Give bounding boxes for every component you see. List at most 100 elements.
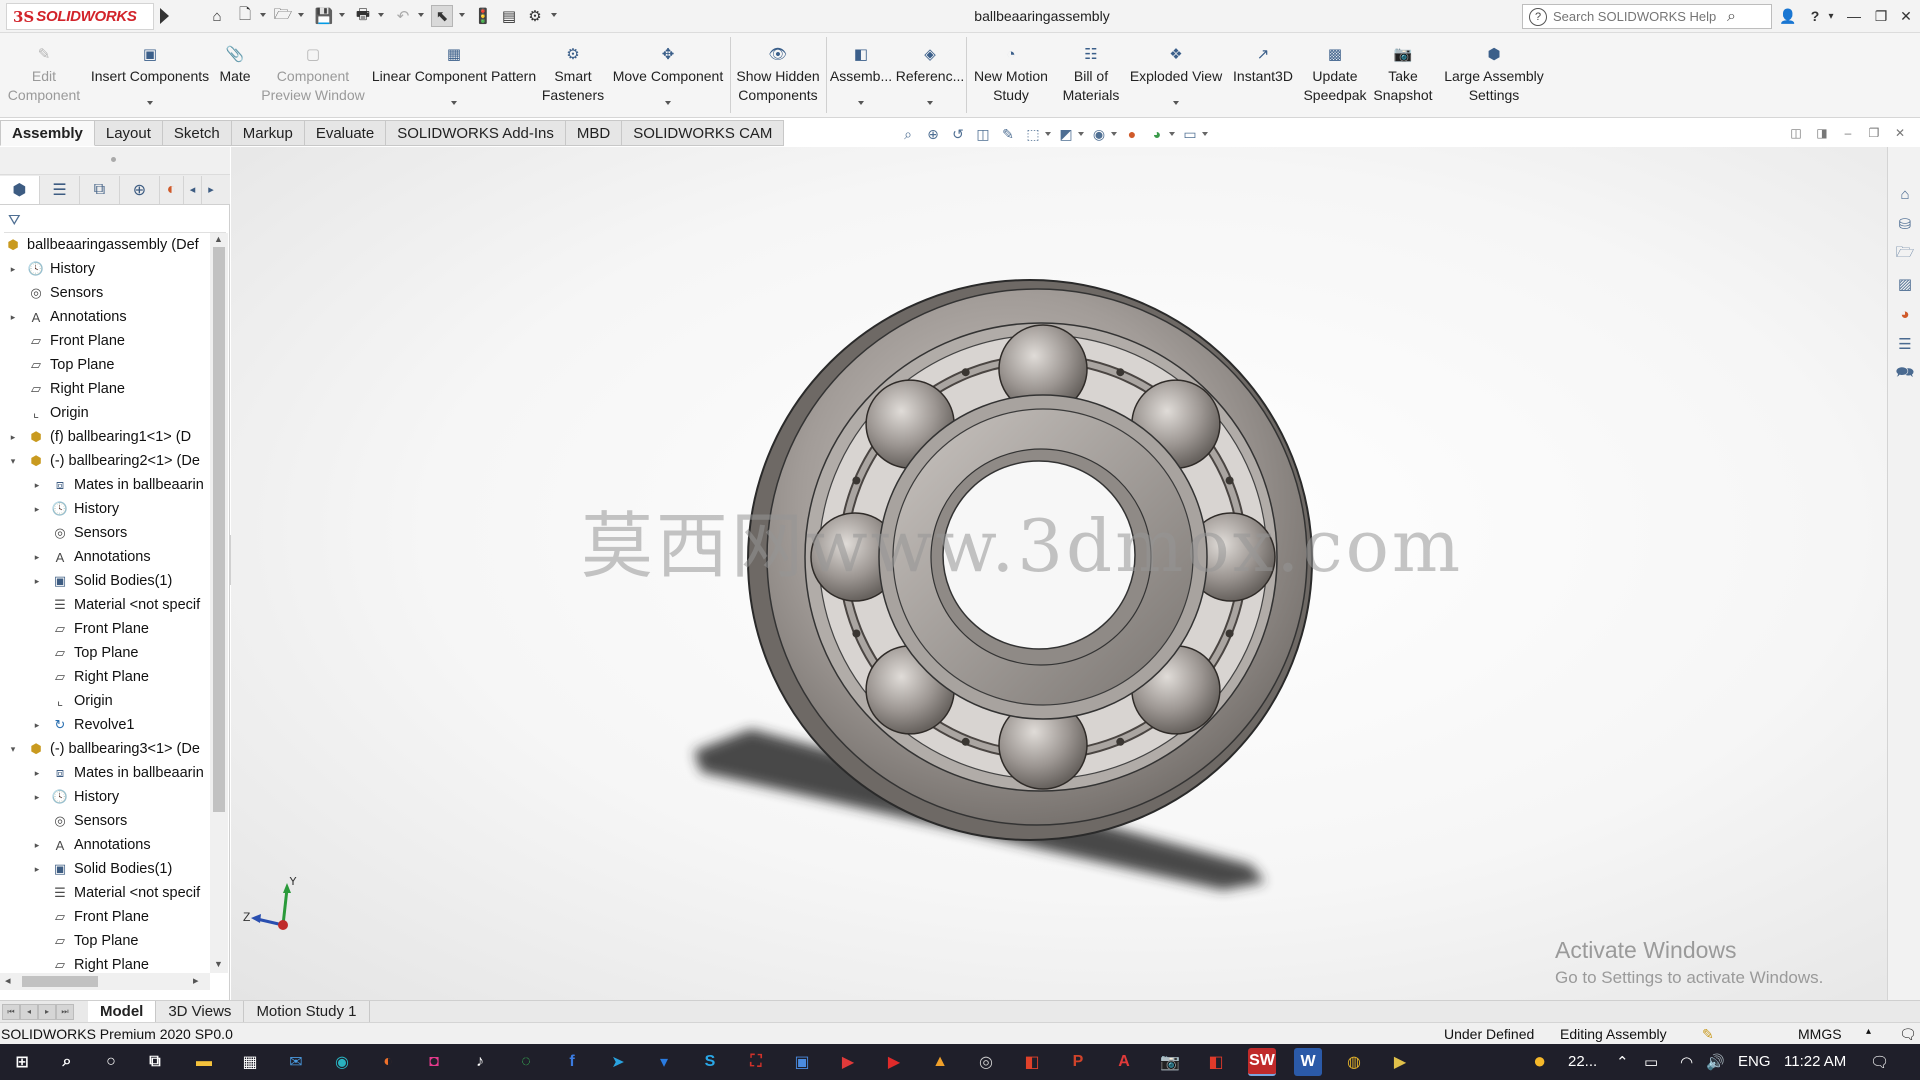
expand-arrow-icon[interactable]: ▸ bbox=[32, 768, 42, 778]
graphics-area[interactable]: 莫西网www.3dmox.com Y Z Activate Windows Go… bbox=[231, 147, 1887, 1000]
insert-components-button[interactable]: ▣ Insert Components bbox=[88, 35, 212, 113]
rebuild-icon[interactable]: 🚦 bbox=[472, 5, 494, 27]
rebuild-status-icon[interactable]: ✎ bbox=[1702, 1026, 1714, 1043]
acrobat-reader-icon[interactable]: A bbox=[1110, 1048, 1138, 1076]
zoom-to-area-icon[interactable]: ⊕ bbox=[923, 124, 943, 144]
panel-grip[interactable] bbox=[0, 147, 230, 175]
component-preview-window-button[interactable]: ▢ Component Preview Window bbox=[258, 35, 368, 113]
input-language[interactable]: ENG bbox=[1738, 1053, 1771, 1070]
unit-system[interactable]: MMGS bbox=[1798, 1026, 1842, 1042]
scroll-left-icon[interactable]: ◂ bbox=[5, 974, 11, 987]
expand-arrow-icon[interactable]: ▸ bbox=[32, 552, 42, 562]
minimize-icon[interactable]: — bbox=[1844, 6, 1864, 26]
wifi-icon[interactable]: ◠ bbox=[1680, 1053, 1693, 1071]
assembly-features-dropdown-icon[interactable] bbox=[858, 101, 864, 105]
previous-view-icon[interactable]: ↺ bbox=[948, 124, 968, 144]
viewport-split-icon[interactable]: ◫ bbox=[1789, 126, 1803, 140]
tree-root[interactable]: ⬢ ballbeaaringassembly (Def bbox=[0, 233, 212, 257]
undo-icon[interactable]: ↶ bbox=[392, 5, 414, 27]
tree-item[interactable]: ▾ ⬢ (-) ballbearing3<1> (De bbox=[0, 737, 212, 761]
menu-expand-arrow-icon[interactable] bbox=[160, 8, 169, 24]
word-icon[interactable]: W bbox=[1294, 1048, 1322, 1076]
apply-scene-caret-icon[interactable] bbox=[1169, 132, 1175, 136]
bill-of-materials-button[interactable]: ☷ Bill of Materials bbox=[1056, 35, 1126, 113]
youtube-icon[interactable]: ▶ bbox=[880, 1048, 908, 1076]
prev-tab-icon[interactable]: ◂ bbox=[20, 1003, 38, 1020]
chrome-icon[interactable]: ◍ bbox=[1340, 1048, 1368, 1076]
tree-item[interactable]: ▸ ▣ Solid Bodies(1) bbox=[0, 857, 212, 881]
tree-item[interactable]: ▱ Top Plane bbox=[0, 929, 212, 953]
view-orientation-icon[interactable]: ⬚ bbox=[1023, 124, 1043, 144]
tree-item[interactable]: ▱ Right Plane bbox=[0, 377, 212, 401]
design-library-icon[interactable]: ⛁ bbox=[1894, 213, 1916, 235]
save-dropdown-caret-icon[interactable] bbox=[339, 13, 345, 17]
tree-item[interactable]: ▸ A Annotations bbox=[0, 545, 212, 569]
options-dropdown-caret-icon[interactable] bbox=[551, 13, 557, 17]
system-clock[interactable]: 11:22 AM bbox=[1784, 1053, 1846, 1070]
battery-icon[interactable]: ▭ bbox=[1644, 1053, 1658, 1071]
expand-arrow-icon[interactable]: ▸ bbox=[8, 312, 18, 322]
restore-icon[interactable]: ❐ bbox=[1871, 6, 1891, 26]
tiktok-icon[interactable]: ♪ bbox=[466, 1048, 494, 1076]
tree-item[interactable]: ◎ Sensors bbox=[0, 281, 212, 305]
folder-app-icon[interactable]: ▶ bbox=[1386, 1048, 1414, 1076]
file-explorer-icon[interactable]: 🗁 bbox=[1894, 243, 1916, 265]
tree-horizontal-scrollbar[interactable]: ◂ ▸ bbox=[0, 973, 210, 990]
edit-component-button[interactable]: ✎ Edit Component bbox=[4, 35, 84, 113]
select-dropdown-caret-icon[interactable] bbox=[459, 13, 465, 17]
skype-icon[interactable]: S bbox=[696, 1048, 724, 1076]
tab-assembly[interactable]: Assembly bbox=[0, 120, 95, 146]
notifications-icon[interactable]: 🗨 bbox=[1870, 1053, 1889, 1071]
tab-model[interactable]: Model bbox=[88, 1001, 157, 1022]
move-component-dropdown-icon[interactable] bbox=[665, 101, 671, 105]
viewport-restore-icon[interactable]: ❐ bbox=[1867, 126, 1881, 140]
tree-item[interactable]: ▸ A Annotations bbox=[0, 833, 212, 857]
scroll-right-icon[interactable]: ▸ bbox=[193, 974, 199, 987]
expand-arrow-icon[interactable]: ▸ bbox=[8, 264, 18, 274]
view-orientation-caret-icon[interactable] bbox=[1045, 132, 1051, 136]
close-icon[interactable]: ✕ bbox=[1896, 6, 1916, 26]
configuration-manager-icon[interactable]: ⧉ bbox=[80, 175, 120, 204]
edge-icon[interactable]: ◉ bbox=[328, 1048, 356, 1076]
tree-item[interactable]: ⌞ Origin bbox=[0, 689, 212, 713]
dynamic-annotation-icon[interactable]: ✎ bbox=[998, 124, 1018, 144]
move-component-button[interactable]: ✥ Move Component bbox=[608, 35, 728, 113]
reference-geometry-button[interactable]: ◈ Referenc... bbox=[896, 35, 964, 113]
mail-icon[interactable]: ✉ bbox=[282, 1048, 310, 1076]
take-snapshot-button[interactable]: 📷 Take Snapshot bbox=[1370, 35, 1436, 113]
insert-components-dropdown-icon[interactable] bbox=[147, 101, 153, 105]
expand-arrow-icon[interactable]: ▸ bbox=[32, 840, 42, 850]
file-explorer-taskbar-icon[interactable]: ▬ bbox=[190, 1048, 218, 1076]
tree-item[interactable]: ▱ Top Plane bbox=[0, 353, 212, 377]
select-pointer-icon[interactable]: ⬉ bbox=[431, 5, 453, 27]
first-tab-icon[interactable]: ⏮ bbox=[2, 1003, 20, 1020]
unit-system-caret-icon[interactable]: ▴ bbox=[1866, 1026, 1871, 1037]
tree-item[interactable]: ◎ Sensors bbox=[0, 809, 212, 833]
search-input[interactable] bbox=[1553, 9, 1723, 24]
expand-arrow-icon[interactable]: ▸ bbox=[32, 864, 42, 874]
linear-component-pattern-button[interactable]: ▦ Linear Component Pattern bbox=[368, 35, 540, 113]
tree-item[interactable]: ▸ 🕓 History bbox=[0, 785, 212, 809]
tab-evaluate[interactable]: Evaluate bbox=[304, 120, 387, 146]
office-2-icon[interactable]: ◧ bbox=[1202, 1048, 1230, 1076]
display-style-icon[interactable]: ◩ bbox=[1056, 124, 1076, 144]
next-tab-icon[interactable]: ▸ bbox=[38, 1003, 56, 1020]
tabs-scroll-right-icon[interactable]: ▸ bbox=[202, 176, 220, 204]
tab-sketch[interactable]: Sketch bbox=[162, 120, 232, 146]
tree-item[interactable]: ▾ ⬢ (-) ballbearing2<1> (De bbox=[0, 449, 212, 473]
filter-icon[interactable]: ⛛ bbox=[4, 209, 226, 233]
viewport-link-icon[interactable]: ◨ bbox=[1815, 126, 1829, 140]
scroll-up-icon[interactable]: ▲ bbox=[214, 234, 223, 244]
solidworks-resources-home-icon[interactable]: ⌂ bbox=[1894, 183, 1916, 205]
collapse-arrow-icon[interactable]: ▾ bbox=[8, 744, 18, 754]
display-manager-icon[interactable]: ◐ bbox=[160, 175, 184, 204]
cortana-icon[interactable]: ○ bbox=[97, 1048, 125, 1076]
vlc-icon[interactable]: ▲ bbox=[926, 1048, 954, 1076]
camera-taskbar-icon[interactable]: 📷 bbox=[1156, 1048, 1184, 1076]
tree-item[interactable]: ▱ Right Plane bbox=[0, 665, 212, 689]
view-settings-icon[interactable]: ▭ bbox=[1180, 124, 1200, 144]
powerpoint-icon[interactable]: P bbox=[1064, 1048, 1092, 1076]
new-document-icon[interactable]: 🗋 bbox=[234, 5, 256, 27]
tab-solidworks-addins[interactable]: SOLIDWORKS Add-Ins bbox=[386, 120, 566, 146]
tree-item[interactable]: ▸ ↻ Revolve1 bbox=[0, 713, 212, 737]
